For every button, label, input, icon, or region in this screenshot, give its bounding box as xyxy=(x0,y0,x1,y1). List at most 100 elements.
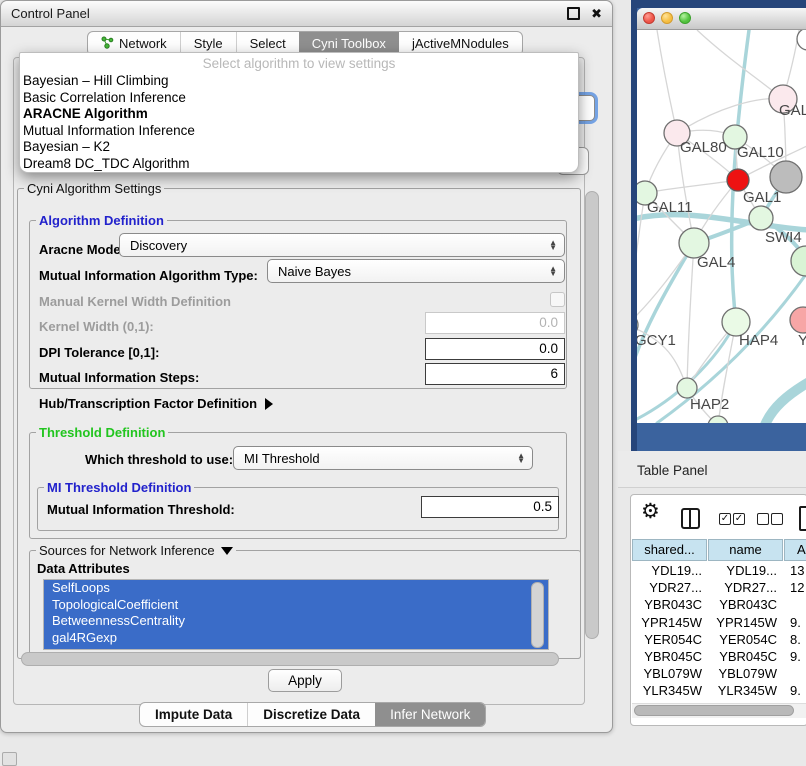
manual-kernel-width-label: Manual Kernel Width Definition xyxy=(39,294,231,309)
table-row[interactable]: YER054CYER054C8. xyxy=(632,631,806,648)
node-swi4[interactable] xyxy=(749,206,773,230)
table-row[interactable]: YBR045CYBR045C9. xyxy=(632,648,806,665)
manual-kernel-width-checkbox[interactable] xyxy=(550,292,565,307)
columns-icon[interactable] xyxy=(681,508,700,529)
cell: YPR145W xyxy=(632,614,707,631)
mi-algorithm-type-select[interactable]: Naive Bayes ▲▼ xyxy=(267,259,565,283)
node-gal1-selected[interactable] xyxy=(727,169,749,191)
combo-arrows-icon: ▲▼ xyxy=(549,266,557,276)
resize-grip[interactable] xyxy=(2,752,17,766)
tab-network-label: Network xyxy=(119,36,167,51)
column-header-partial[interactable]: A xyxy=(784,539,806,561)
data-attributes-label: Data Attributes xyxy=(37,561,130,576)
tab-infer-network[interactable]: Infer Network xyxy=(375,703,485,726)
dpi-tolerance-field[interactable]: 0.0 xyxy=(425,338,565,360)
apply-button[interactable]: Apply xyxy=(268,669,342,692)
node-y-partial[interactable] xyxy=(790,307,806,333)
cell: 9. xyxy=(782,648,806,665)
network-window-titlebar xyxy=(637,8,806,30)
node-partial-top-right[interactable] xyxy=(797,30,806,50)
deselect-all-checkbox-icon[interactable] xyxy=(771,513,783,525)
edge[interactable] xyxy=(637,193,645,325)
aracne-mode-label: Aracne Mode: xyxy=(39,242,125,257)
export-table-icon[interactable] xyxy=(799,506,806,531)
control-panel-window: Control Panel ✖ Network Style Select xyxy=(0,0,613,733)
float-window-icon[interactable] xyxy=(567,7,580,20)
node-partial-bottom[interactable] xyxy=(708,416,728,423)
mi-threshold-definition-title: MI Threshold Definition xyxy=(44,480,194,495)
edge[interactable] xyxy=(637,215,806,230)
aracne-mode-value: Discovery xyxy=(130,238,549,253)
node-hap2[interactable] xyxy=(677,378,697,398)
combo-arrows-icon: ▲▼ xyxy=(549,240,557,250)
column-header-name[interactable]: name xyxy=(708,539,783,561)
mi-threshold-field[interactable]: 0.5 xyxy=(421,496,559,518)
table-row[interactable]: YBL079WYBL079W xyxy=(632,665,806,682)
list-item-gal4rgexp[interactable]: gal4RGexp xyxy=(44,630,548,647)
table-row[interactable]: YLR345WYLR345W9. xyxy=(632,682,806,699)
node-label: Y xyxy=(798,332,806,349)
sources-group-title: Sources for Network Inference xyxy=(36,543,236,558)
dropdown-item-aracne[interactable]: ARACNE Algorithm xyxy=(20,106,578,123)
close-icon[interactable]: ✖ xyxy=(591,7,602,20)
tab-jactivemnodules-label: jActiveMNodules xyxy=(412,36,509,51)
table-body: YDL19...YDL19...13 YDR27...YDR27...12 YB… xyxy=(632,562,806,717)
edge[interactable] xyxy=(657,30,677,133)
dropdown-item-bayesian-hill-climbing[interactable]: Bayesian – Hill Climbing xyxy=(20,73,578,90)
network-view-window: GAL GAL80 GAL10 GAL1 GAL11 SWI4 GAL4 GCY… xyxy=(637,8,806,423)
settings-vertical-scrollbar[interactable] xyxy=(585,191,599,639)
table-row[interactable]: YPR145WYPR145W9. xyxy=(632,614,806,631)
table-row[interactable]: YDL19...YDL19...13 xyxy=(632,562,806,579)
select-all-checkbox-icon[interactable]: ✓ xyxy=(719,513,731,525)
gear-icon[interactable]: ⚙ xyxy=(641,501,660,522)
table-row[interactable]: YBR043CYBR043C xyxy=(632,596,806,613)
list-item-topologicalcoefficient[interactable]: TopologicalCoefficient xyxy=(44,597,548,614)
dropdown-item-mutual-information[interactable]: Mutual Information Inference xyxy=(20,123,578,140)
dropdown-item-basic-correlation[interactable]: Basic Correlation Inference xyxy=(20,90,578,107)
cell: YBR043C xyxy=(707,596,782,613)
table-scrollbar-thumb[interactable] xyxy=(634,705,794,716)
cell: YDR27... xyxy=(632,579,707,596)
tab-style-label: Style xyxy=(194,36,223,51)
expanded-arrow-icon[interactable] xyxy=(221,547,233,555)
kernel-width-field[interactable]: 0.0 xyxy=(425,312,565,334)
cell xyxy=(782,596,806,613)
select-all-checkbox-icon[interactable]: ✓ xyxy=(733,513,745,525)
list-item-selfloops[interactable]: SelfLoops xyxy=(44,580,548,597)
list-item-betweennesscentrality[interactable]: BetweennessCentrality xyxy=(44,613,548,630)
tab-cyni-toolbox-label: Cyni Toolbox xyxy=(312,36,386,51)
which-threshold-label: Which threshold to use: xyxy=(85,452,233,467)
table-panel-titlebar: Table Panel xyxy=(618,451,806,488)
node-partial-right-green[interactable] xyxy=(791,246,806,276)
dropdown-item-dream8[interactable]: Dream8 DC_TDC Algorithm xyxy=(20,156,578,173)
tab-discretize-data[interactable]: Discretize Data xyxy=(247,703,375,726)
node-label: GAL4 xyxy=(697,254,735,271)
minimize-button[interactable] xyxy=(661,12,673,24)
tab-impute-data[interactable]: Impute Data xyxy=(140,703,247,726)
dropdown-item-bayesian-k2[interactable]: Bayesian – K2 xyxy=(20,139,578,156)
deselect-all-checkbox-icon[interactable] xyxy=(757,513,769,525)
cell: 9. xyxy=(782,682,806,699)
edge[interactable] xyxy=(765,382,806,423)
close-button[interactable] xyxy=(643,12,655,24)
mi-steps-field[interactable]: 6 xyxy=(425,363,565,385)
settings-horizontal-scrollbar[interactable] xyxy=(21,652,559,666)
zoom-button[interactable] xyxy=(679,12,691,24)
column-header-shared-name[interactable]: shared... xyxy=(632,539,707,561)
list-scrollbar[interactable] xyxy=(531,582,544,648)
edge[interactable] xyxy=(637,243,694,375)
table-row[interactable]: YDR27...YDR27...12 xyxy=(632,579,806,596)
hub-definition-toggle[interactable]: Hub/Transcription Factor Definition xyxy=(39,396,273,411)
tab-select-label: Select xyxy=(250,36,286,51)
cell: YDL19... xyxy=(632,562,707,579)
which-threshold-select[interactable]: MI Threshold ▲▼ xyxy=(233,446,533,470)
table-header: shared... name A xyxy=(632,539,806,561)
edge[interactable] xyxy=(645,180,738,193)
cell: YDR27... xyxy=(707,579,782,596)
edge[interactable] xyxy=(687,243,694,388)
network-canvas[interactable]: GAL GAL80 GAL10 GAL1 GAL11 SWI4 GAL4 GCY… xyxy=(637,30,806,423)
cell: YBR045C xyxy=(707,648,782,665)
table-horizontal-scrollbar[interactable] xyxy=(632,703,806,718)
threshold-definition-title: Threshold Definition xyxy=(36,425,168,440)
aracne-mode-select[interactable]: Discovery ▲▼ xyxy=(119,233,565,257)
